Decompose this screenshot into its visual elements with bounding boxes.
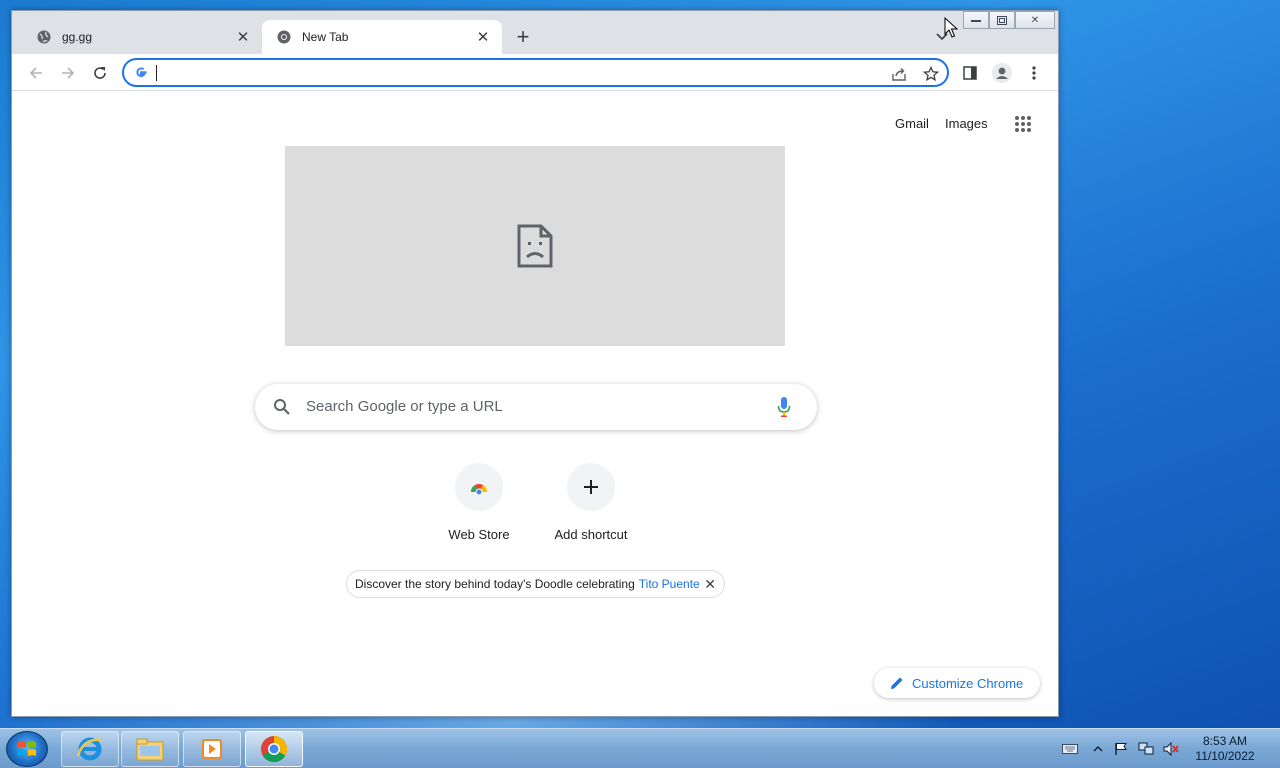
tab-strip: gg.gg ✕ New Tab ✕ + ✕ <box>12 11 1058 54</box>
doodle-image-placeholder[interactable] <box>285 146 785 346</box>
reload-icon[interactable] <box>86 59 114 87</box>
web-store-icon <box>455 463 503 511</box>
profile-avatar-icon[interactable] <box>988 59 1016 87</box>
shortcut-label: Web Store <box>448 527 510 542</box>
text-cursor <box>156 65 157 81</box>
tab-new-tab[interactable]: New Tab ✕ <box>262 20 502 54</box>
tab-title: New Tab <box>302 30 349 44</box>
tab-gg-gg[interactable]: gg.gg ✕ <box>22 20 262 54</box>
gmail-link[interactable]: Gmail <box>895 116 929 131</box>
customize-chrome-button[interactable]: Customize Chrome <box>874 668 1040 698</box>
customize-label: Customize Chrome <box>912 675 1024 691</box>
plus-icon <box>567 463 615 511</box>
chrome-icon <box>261 735 288 763</box>
taskbar-explorer[interactable] <box>121 731 179 767</box>
action-center-flag-icon[interactable] <box>1113 741 1129 757</box>
close-tab-icon[interactable]: ✕ <box>234 28 252 46</box>
forward-arrow-icon[interactable] <box>54 59 82 87</box>
clock-time: 8:53 AM <box>1202 734 1248 748</box>
keyboard-icon[interactable] <box>1062 741 1078 757</box>
close-window-button[interactable]: ✕ <box>1015 11 1055 29</box>
side-panel-icon[interactable] <box>956 59 984 87</box>
taskbar-chrome[interactable] <box>245 731 303 767</box>
shortcut-web-store[interactable]: Web Store <box>423 463 535 542</box>
windows-logo-icon <box>18 741 36 756</box>
back-arrow-icon[interactable] <box>22 59 50 87</box>
google-g-icon <box>134 65 148 84</box>
shortcut-label: Add shortcut <box>554 527 628 542</box>
windows-taskbar: 8:53 AM 11/10/2022 <box>0 728 1280 768</box>
pencil-icon <box>890 676 904 690</box>
mouse-pointer-icon <box>944 17 958 38</box>
share-icon[interactable] <box>889 64 909 84</box>
shortcut-add[interactable]: Add shortcut <box>535 463 647 542</box>
browser-toolbar <box>12 54 1058 91</box>
new-tab-button[interactable]: + <box>511 24 535 49</box>
internet-explorer-icon <box>76 737 103 761</box>
start-button[interactable] <box>6 731 48 767</box>
restore-button[interactable] <box>989 11 1015 29</box>
more-menu-icon[interactable] <box>1020 59 1048 87</box>
network-icon[interactable] <box>1138 741 1154 757</box>
new-tab-page: Gmail Images Search Google or type a URL… <box>12 92 1058 716</box>
broken-page-icon <box>517 224 553 268</box>
google-search-box[interactable]: Search Google or type a URL <box>255 384 817 430</box>
close-tab-icon[interactable]: ✕ <box>474 28 492 46</box>
google-apps-icon[interactable] <box>1013 114 1033 134</box>
globe-icon <box>36 29 52 45</box>
address-bar[interactable] <box>122 58 949 87</box>
clock-date: 11/10/2022 <box>1195 749 1255 763</box>
promo-text: Discover the story behind today's Doodle… <box>355 577 635 591</box>
taskbar-media-player[interactable] <box>183 731 241 767</box>
folder-icon <box>136 738 164 761</box>
address-input[interactable] <box>158 63 878 83</box>
promo-link[interactable]: Tito Puente <box>639 577 700 591</box>
tab-title: gg.gg <box>62 30 93 44</box>
doodle-promo-chip[interactable]: Discover the story behind today's Doodle… <box>346 570 725 598</box>
search-placeholder: Search Google or type a URL <box>306 398 503 415</box>
minimize-button[interactable] <box>963 11 989 29</box>
search-icon <box>273 398 291 421</box>
speaker-muted-icon[interactable] <box>1163 741 1179 757</box>
taskbar-internet-explorer[interactable] <box>61 731 119 767</box>
close-icon[interactable]: ✕ <box>704 576 716 593</box>
images-link[interactable]: Images <box>945 116 988 131</box>
microphone-icon[interactable] <box>777 396 791 423</box>
chrome-icon <box>276 29 292 45</box>
bookmark-star-icon[interactable] <box>921 64 941 84</box>
system-clock[interactable]: 8:53 AM 11/10/2022 <box>1190 734 1260 764</box>
show-hidden-icons-chevron-icon[interactable] <box>1090 741 1106 757</box>
chrome-window: gg.gg ✕ New Tab ✕ + ✕ Gmail Images Searc… <box>11 10 1059 717</box>
media-player-icon <box>202 739 222 759</box>
